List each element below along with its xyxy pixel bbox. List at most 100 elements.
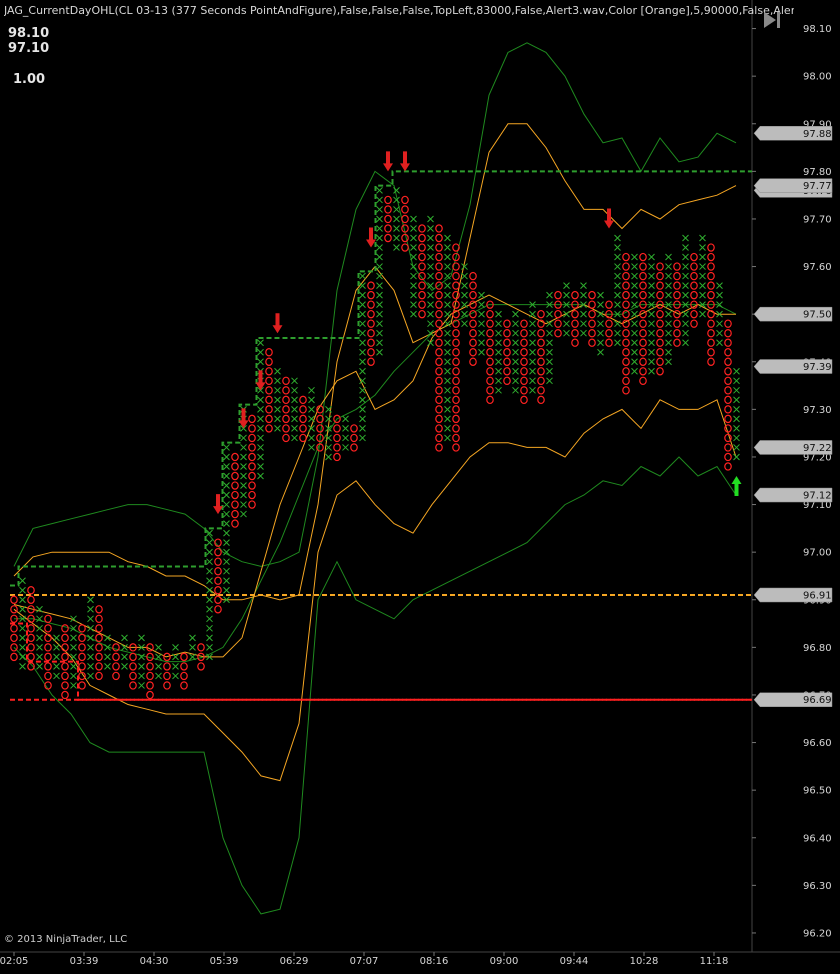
o-box	[673, 271, 681, 281]
x-box	[410, 225, 417, 232]
x-box	[495, 329, 502, 337]
o-box	[27, 624, 35, 633]
o-box	[486, 329, 494, 338]
o-box	[452, 367, 460, 376]
y-tick-label: 97.00	[803, 548, 832, 559]
x-box	[682, 272, 689, 280]
o-box	[367, 348, 375, 357]
x-box	[716, 329, 723, 337]
o-box	[639, 367, 647, 376]
x-box	[257, 339, 264, 347]
o-box	[452, 414, 460, 424]
x-box	[274, 396, 281, 404]
o-box	[452, 443, 460, 452]
o-box	[401, 205, 409, 214]
x-box	[563, 291, 570, 299]
o-box	[95, 652, 103, 662]
o-box	[690, 281, 698, 290]
o-box	[622, 386, 630, 395]
x-box	[597, 329, 604, 337]
o-box	[656, 281, 664, 290]
x-box	[699, 291, 706, 299]
x-box	[631, 329, 638, 337]
o-box	[639, 262, 647, 271]
o-box	[724, 414, 732, 424]
x-box	[478, 310, 485, 318]
scroll-to-end-button[interactable]	[760, 8, 786, 32]
x-box	[665, 339, 672, 347]
o-box	[333, 433, 341, 443]
x-box	[614, 272, 621, 280]
o-box	[724, 357, 732, 366]
x-box	[614, 244, 621, 251]
o-box	[435, 395, 443, 405]
y-tick-label: 97.70	[803, 214, 832, 225]
o-box	[265, 386, 273, 395]
o-box	[384, 224, 392, 233]
o-box	[571, 309, 579, 319]
o-box	[78, 624, 86, 633]
o-box	[10, 652, 18, 662]
o-box	[469, 319, 477, 328]
o-box	[673, 319, 681, 328]
skip-forward-icon	[764, 12, 780, 28]
x-box	[648, 291, 655, 299]
o-box	[724, 433, 732, 443]
o-box	[231, 519, 239, 528]
x-box	[138, 663, 145, 670]
o-box	[588, 300, 596, 309]
x-box	[597, 339, 604, 347]
o-box	[656, 271, 664, 281]
x-box	[461, 282, 468, 289]
o-box	[520, 367, 528, 376]
x-box	[461, 320, 468, 328]
o-box	[707, 357, 715, 366]
x-box	[291, 377, 298, 385]
x-box	[444, 310, 451, 318]
o-box	[367, 281, 375, 290]
o-box	[265, 357, 273, 366]
x-box	[733, 367, 740, 375]
o-box	[452, 338, 460, 347]
price-tag-label: 96.69	[803, 695, 832, 706]
o-box	[452, 357, 460, 366]
o-box	[231, 452, 239, 462]
o-box	[486, 395, 494, 405]
o-box	[724, 424, 732, 433]
x-box	[444, 348, 451, 356]
x-box	[359, 367, 366, 375]
o-box	[486, 376, 494, 385]
o-box	[622, 252, 630, 262]
o-box	[214, 567, 222, 576]
x-box	[682, 282, 689, 289]
x-box	[155, 653, 162, 661]
x-box	[427, 263, 434, 270]
o-box	[299, 433, 307, 443]
o-box	[724, 338, 732, 347]
x-box	[495, 310, 502, 318]
x-box	[512, 377, 519, 385]
o-box	[367, 329, 375, 338]
price-chart[interactable]: 98.1098.0097.9097.8097.7097.6097.5097.40…	[0, 0, 840, 974]
x-box	[257, 406, 264, 413]
o-box	[486, 357, 494, 366]
x-box	[614, 329, 621, 337]
o-box	[367, 338, 375, 347]
o-box	[61, 652, 69, 662]
o-box	[129, 652, 137, 662]
o-box	[656, 290, 664, 300]
x-box	[699, 234, 706, 242]
o-box	[537, 386, 545, 395]
o-box	[10, 633, 18, 643]
x-box	[376, 225, 383, 232]
o-box	[520, 386, 528, 395]
x-box	[359, 329, 366, 337]
x-box	[665, 310, 672, 318]
x-box	[308, 415, 315, 423]
o-box	[571, 319, 579, 328]
y-tick-label: 96.40	[803, 833, 832, 844]
x-box	[699, 244, 706, 251]
o-box	[95, 643, 103, 652]
o-box	[435, 233, 443, 243]
o-box	[435, 443, 443, 452]
